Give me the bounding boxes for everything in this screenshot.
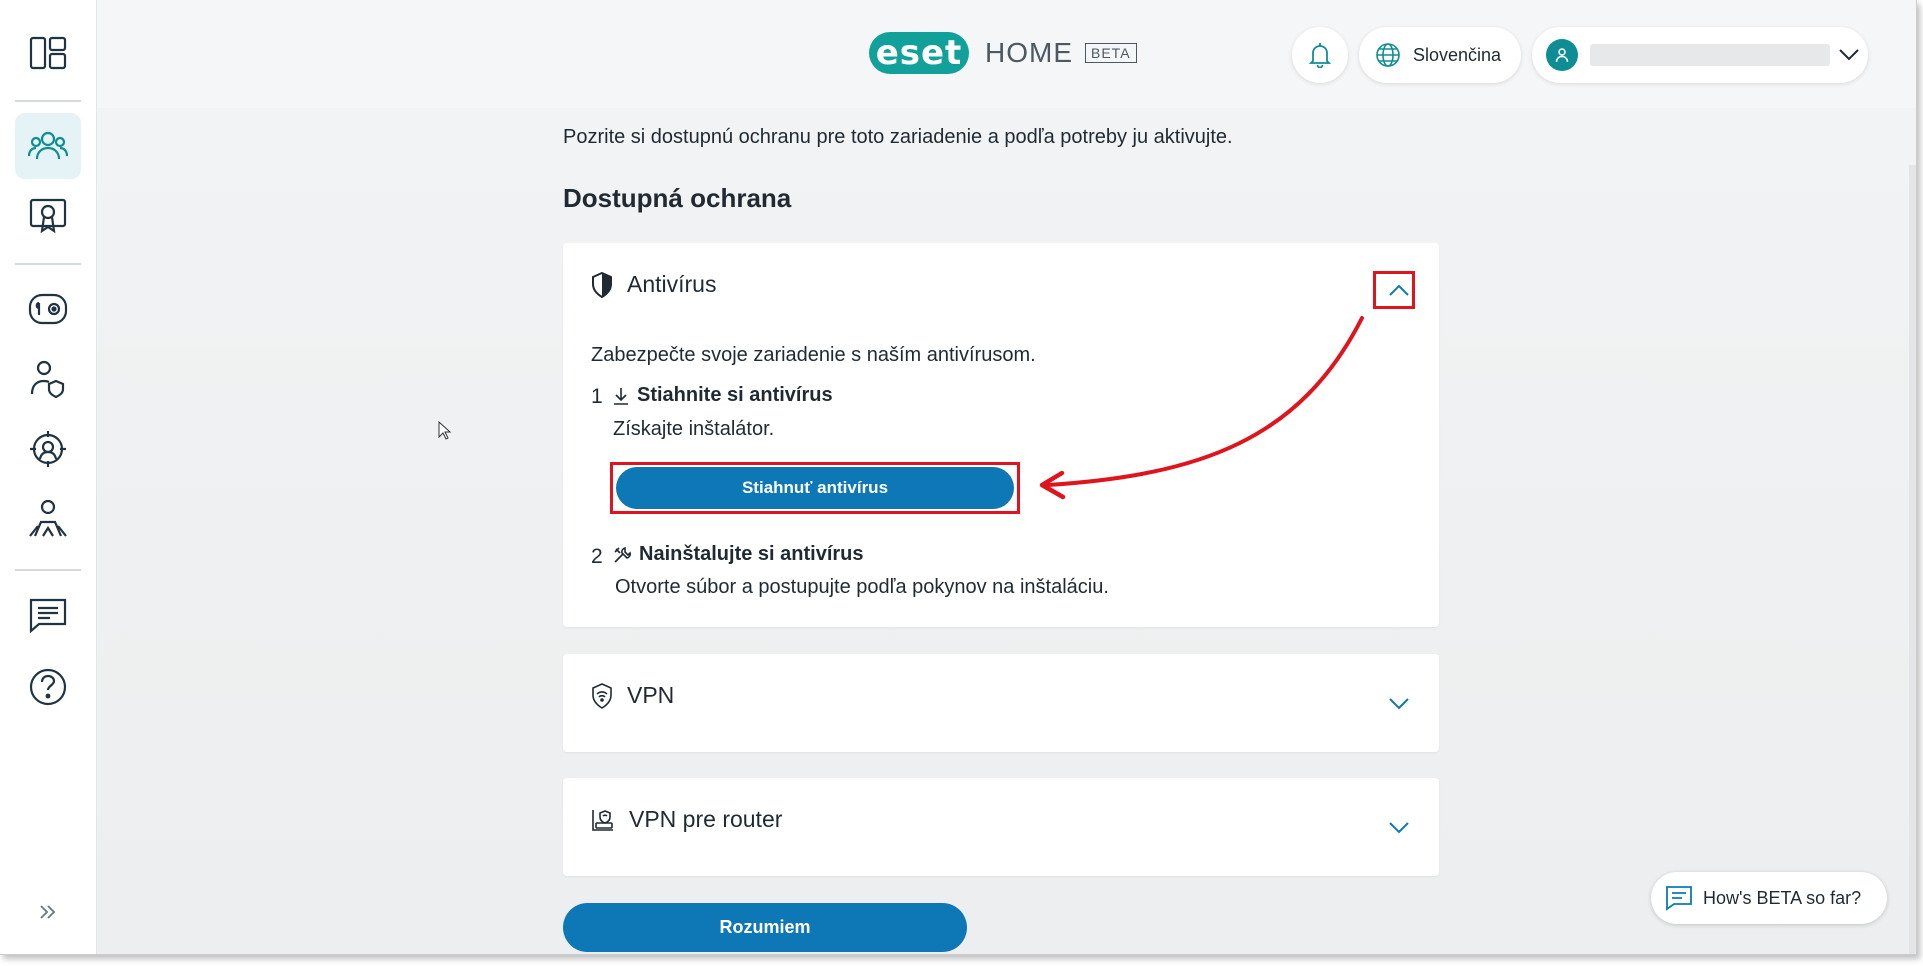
router-icon xyxy=(592,809,613,831)
intro-text: Pozrite si dostupnú ochranu pre toto zar… xyxy=(563,126,1233,148)
download-icon xyxy=(614,387,628,405)
browser-window: eset HOME BETA Slovenčina Pozrite si dos… xyxy=(0,0,1917,955)
expand-vpn-button[interactable] xyxy=(1381,686,1417,722)
license-icon xyxy=(29,198,67,234)
avatar xyxy=(1546,39,1578,71)
language-label: Slovenčina xyxy=(1413,44,1502,65)
language-selector[interactable]: Slovenčina xyxy=(1359,27,1521,83)
shield-icon xyxy=(592,271,612,298)
notifications-button[interactable] xyxy=(1292,27,1348,83)
sidebar-item-help[interactable] xyxy=(15,654,81,720)
download-antivirus-button[interactable]: Stiahnuť antivírus xyxy=(616,467,1014,509)
sidebar-divider xyxy=(15,263,81,265)
step-title: Stiahnite si antivírus xyxy=(613,384,833,407)
eset-home-logo[interactable]: eset HOME BETA xyxy=(869,32,1137,74)
sidebar xyxy=(0,0,97,954)
mouse-cursor-icon xyxy=(438,421,452,440)
confirm-button[interactable]: Rozumiem xyxy=(563,903,967,952)
step-title: Nainštalujte si antivírus xyxy=(613,543,864,566)
vpn-shield-icon xyxy=(592,682,612,709)
sidebar-divider xyxy=(15,569,81,571)
sidebar-item-license[interactable] xyxy=(15,183,81,249)
step-title-text: Stiahnite si antivírus xyxy=(637,384,833,406)
antivirus-card-header[interactable]: Antivírus xyxy=(591,271,716,298)
vpn-card[interactable]: VPN xyxy=(563,654,1439,752)
sidebar-item-chat[interactable] xyxy=(15,582,81,648)
bell-icon xyxy=(1308,43,1332,68)
feedback-label: How's BETA so far? xyxy=(1703,887,1862,908)
step-description: Otvorte súbor a postupujte podľa pokynov… xyxy=(615,576,1109,598)
account-menu[interactable] xyxy=(1532,27,1868,83)
globe-icon xyxy=(1376,43,1400,67)
toggle-highlight-box xyxy=(1373,271,1415,309)
anti-theft-icon xyxy=(30,431,66,467)
vpn-title: VPN xyxy=(627,682,675,708)
antivirus-description: Zabezpečte svoje zariadenie s naším anti… xyxy=(591,344,1036,366)
help-icon xyxy=(29,668,67,706)
screenshot-frame: eset HOME BETA Slovenčina Pozrite si dos… xyxy=(0,0,1923,966)
people-icon xyxy=(27,131,69,160)
step-number: 2 xyxy=(591,545,603,568)
sidebar-item-dashboard[interactable] xyxy=(15,20,81,86)
top-bar: eset HOME BETA Slovenčina xyxy=(97,0,1916,108)
sidebar-item-user-protection[interactable] xyxy=(15,346,81,412)
antivirus-card: Antivírus Zabezpečte svoje zariadenie s … xyxy=(563,243,1439,627)
sidebar-item-security-tools[interactable] xyxy=(15,276,81,342)
vpn-router-card[interactable]: VPN pre router xyxy=(563,778,1439,876)
section-title: Dostupná ochrana xyxy=(563,183,792,213)
main-content: eset HOME BETA Slovenčina Pozrite si dos… xyxy=(97,0,1916,954)
chevron-down-icon xyxy=(1389,822,1409,834)
beta-feedback-button[interactable]: How's BETA so far? xyxy=(1651,872,1887,924)
expand-vpn-router-button[interactable] xyxy=(1381,810,1417,846)
user-icon xyxy=(1555,48,1569,63)
security-tools-icon xyxy=(28,293,68,325)
sidebar-item-anti-theft[interactable] xyxy=(15,416,81,482)
account-name-redacted xyxy=(1590,44,1830,66)
chevron-down-icon xyxy=(1389,698,1409,710)
expand-sidebar-button[interactable] xyxy=(34,900,62,924)
scrollbar[interactable] xyxy=(1909,165,1916,954)
vpn-card-header[interactable]: VPN xyxy=(591,682,674,709)
product-name: HOME xyxy=(985,37,1073,68)
sidebar-item-family[interactable] xyxy=(15,486,81,552)
dashboard-icon xyxy=(29,36,67,70)
step-title-text: Nainštalujte si antivírus xyxy=(639,543,864,565)
eset-logo: eset xyxy=(869,32,969,74)
antivirus-title: Antivírus xyxy=(627,271,717,297)
vpn-router-title: VPN pre router xyxy=(629,806,783,832)
user-protection-icon xyxy=(30,360,65,399)
feedback-chat-icon xyxy=(1666,886,1692,911)
chevron-down-icon xyxy=(1839,49,1859,61)
beta-badge: BETA xyxy=(1085,43,1137,63)
step-number: 1 xyxy=(591,385,603,408)
chat-icon xyxy=(29,598,67,634)
double-chevron-right-icon xyxy=(40,905,56,919)
step-description: Získajte inštalátor. xyxy=(613,418,775,440)
tools-icon xyxy=(614,546,631,563)
family-icon xyxy=(29,499,67,537)
vpn-router-card-header[interactable]: VPN pre router xyxy=(591,806,782,833)
sidebar-divider xyxy=(15,100,81,102)
sidebar-item-people[interactable] xyxy=(15,113,81,179)
